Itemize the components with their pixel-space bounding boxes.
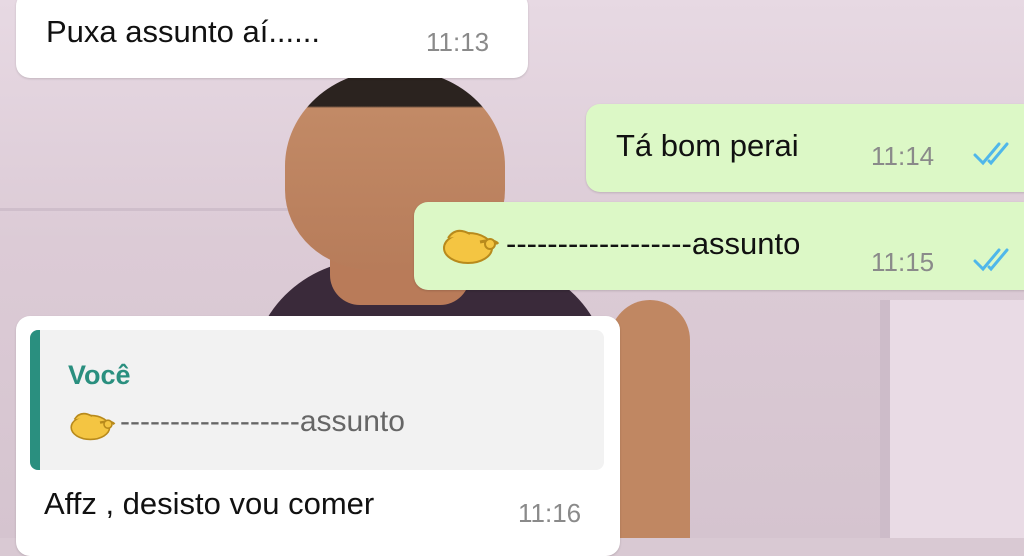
- message-time: 11:16: [518, 498, 582, 528]
- quote-accent-bar: [30, 330, 40, 470]
- pinch-hand-emoji-icon: [443, 229, 500, 264]
- quoted-message[interactable]: Você ------------------assunto: [30, 330, 604, 470]
- photo-doorframe: [880, 300, 1024, 538]
- read-receipt-icon: [973, 142, 1009, 166]
- message-text: ------------------assunto: [506, 226, 801, 261]
- message-text: Affz , desisto vou comer: [44, 486, 375, 521]
- message-time: 11:15: [871, 247, 935, 277]
- message-bubble-outgoing[interactable]: ------------------assunto 11:15: [414, 202, 1024, 290]
- message-time: 11:13: [426, 27, 490, 57]
- message-bubble-outgoing[interactable]: Tá bom perai 11:14: [586, 104, 1024, 192]
- message-bubble-incoming[interactable]: Puxa assunto aí...... 11:13: [16, 0, 528, 78]
- message-time: 11:14: [871, 141, 935, 171]
- read-receipt-icon: [973, 248, 1009, 272]
- quote-text: ------------------assunto: [120, 405, 405, 438]
- pinch-hand-emoji-icon: [70, 412, 116, 441]
- photo-person-arm: [610, 300, 690, 538]
- message-text: Tá bom perai: [616, 128, 799, 163]
- message-text: Puxa assunto aí......: [46, 14, 320, 49]
- quote-author: Você: [68, 360, 131, 390]
